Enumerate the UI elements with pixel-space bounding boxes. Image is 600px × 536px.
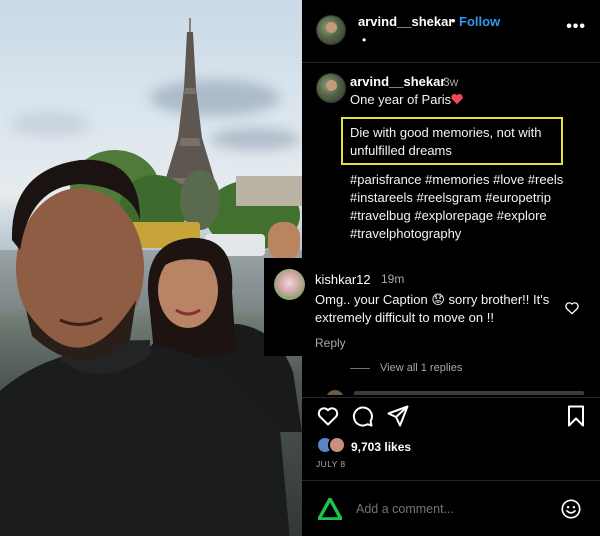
share-icon[interactable] bbox=[386, 404, 410, 428]
likes-count[interactable]: 9,703 likes bbox=[351, 440, 411, 454]
view-replies-label: View all 1 replies bbox=[380, 362, 463, 374]
comment-card: kishkar12 19m Omg.. your Caption 😟 sorry… bbox=[264, 258, 600, 356]
view-replies-link[interactable]: View all 1 replies bbox=[350, 362, 462, 374]
hashtag-link[interactable]: #travelbug bbox=[350, 208, 411, 223]
hashtag-link[interactable]: #parisfrance bbox=[350, 172, 422, 187]
heart-icon[interactable] bbox=[316, 404, 340, 428]
separator-dot: • bbox=[362, 33, 367, 47]
red-heart-emoji-icon bbox=[451, 94, 463, 105]
header-divider bbox=[302, 62, 600, 63]
reel-photo[interactable] bbox=[0, 0, 302, 536]
hand bbox=[268, 222, 300, 260]
post-date: JULY 8 bbox=[316, 459, 346, 469]
hashtag-link[interactable]: #reels bbox=[528, 172, 563, 187]
separator-dot: • bbox=[451, 13, 456, 28]
man-person bbox=[0, 159, 290, 536]
caption-avatar[interactable] bbox=[316, 73, 346, 103]
reply-button[interactable]: Reply bbox=[315, 336, 346, 350]
author-username[interactable]: arvind__shekar bbox=[358, 14, 453, 29]
highlighted-quote: Die with good memories, not with unfulfi… bbox=[341, 117, 563, 165]
hashtag-link[interactable]: #reelsgram bbox=[417, 190, 482, 205]
commenter-username[interactable]: kishkar12 bbox=[315, 272, 371, 287]
green-triangle-logo-icon bbox=[318, 498, 342, 520]
replies-line bbox=[350, 367, 370, 369]
author-avatar[interactable] bbox=[316, 15, 346, 45]
hashtag-link[interactable]: #europetrip bbox=[485, 190, 551, 205]
comment-divider bbox=[302, 480, 600, 481]
comment-text: Omg.. your Caption 😟 sorry brother!! It'… bbox=[315, 292, 550, 325]
caption-timestamp[interactable]: 3w bbox=[443, 75, 458, 89]
hashtag-link[interactable]: #travelphotography bbox=[350, 226, 461, 241]
comment-like-heart-icon[interactable] bbox=[564, 300, 580, 316]
hashtag-link[interactable]: #instareels bbox=[350, 190, 413, 205]
liker-avatar bbox=[328, 436, 346, 454]
likers-avatars[interactable] bbox=[316, 436, 348, 456]
actions-divider bbox=[302, 397, 600, 398]
follow-button[interactable]: Follow bbox=[459, 14, 500, 29]
action-bar bbox=[302, 404, 600, 432]
commenter-avatar[interactable] bbox=[274, 269, 305, 300]
add-comment-input[interactable] bbox=[356, 502, 536, 516]
hashtag-list: #parisfrance #memories #love #reels #ins… bbox=[350, 171, 590, 243]
hashtag-link[interactable]: #memories bbox=[425, 172, 489, 187]
hashtag-link[interactable]: #explorepage bbox=[414, 208, 493, 223]
comment-icon[interactable] bbox=[350, 404, 374, 428]
more-horizontal-icon[interactable]: ••• bbox=[566, 18, 586, 36]
caption-text: One year of Paris bbox=[350, 92, 452, 107]
hashtag-link[interactable]: #explore bbox=[497, 208, 547, 223]
hashtag-link[interactable]: #love bbox=[493, 172, 524, 187]
caption-username[interactable]: arvind__shekar bbox=[350, 74, 445, 89]
emoji-icon[interactable] bbox=[560, 498, 582, 520]
bookmark-icon[interactable] bbox=[564, 404, 588, 428]
comment-timestamp[interactable]: 19m bbox=[381, 272, 404, 286]
truncated-comment bbox=[326, 390, 584, 395]
cloud bbox=[10, 112, 90, 136]
